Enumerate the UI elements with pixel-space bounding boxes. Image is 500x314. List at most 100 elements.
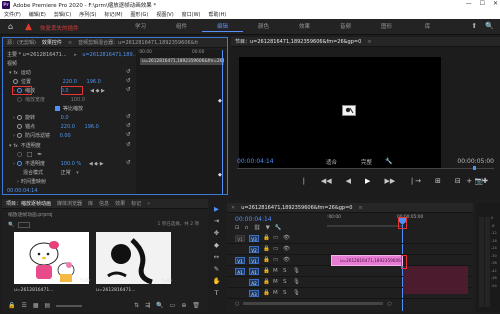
rotation-value[interactable]: 0.0 xyxy=(61,115,69,121)
source-patch[interactable]: V1 xyxy=(235,235,245,242)
snap-icon[interactable]: ∩ xyxy=(245,225,249,231)
anchor-y-value[interactable]: 196.0 xyxy=(85,124,99,130)
program-preview-screen[interactable] xyxy=(239,57,441,169)
collapse-icon[interactable]: ▾ xyxy=(9,143,12,149)
pen-tool-icon[interactable]: ✎ xyxy=(214,265,219,273)
stopwatch-icon[interactable] xyxy=(17,133,22,138)
mark-out-icon[interactable]: ❘→ xyxy=(409,177,421,185)
missing-plugins-link[interactable]: 恢复丢失的插件 xyxy=(40,24,79,32)
panel-menu-icon[interactable]: ≡ xyxy=(367,39,371,45)
reset-icon[interactable]: ↺ xyxy=(126,69,133,76)
expand-icon[interactable]: › xyxy=(17,179,19,185)
search-icon[interactable]: 🔍 xyxy=(485,22,494,30)
slip-tool-icon[interactable]: ↔ xyxy=(214,253,219,261)
rectangle-mask-icon[interactable]: □ xyxy=(27,151,33,158)
timeline-timecode[interactable]: 00:00:04:14 xyxy=(235,216,272,223)
track-target-button[interactable]: A2 xyxy=(249,279,259,286)
mini-playhead[interactable] xyxy=(222,50,223,194)
track-target-button[interactable]: A3 xyxy=(249,290,259,297)
lock-icon[interactable]: 🔒 xyxy=(8,302,15,309)
reset-icon[interactable]: ↺ xyxy=(126,132,133,139)
stopwatch-icon[interactable] xyxy=(17,124,22,129)
mini-clip-bar[interactable]: u=2612816471,1892359606&fm=26&gp=0 xyxy=(140,58,224,65)
fast-forward-icon[interactable]: ▶▶ xyxy=(384,177,395,185)
menu-window[interactable]: 窗口(W) xyxy=(182,11,201,18)
play-button[interactable]: ▶ xyxy=(365,177,370,185)
tab-assembly[interactable]: 组件 xyxy=(161,22,202,32)
menu-marker[interactable]: 标记(M) xyxy=(104,11,122,18)
keyframe-nav-icon[interactable]: ◀ ◆ ▶ xyxy=(89,161,104,167)
hand-tool-icon[interactable]: ✋ xyxy=(212,277,220,285)
eye-icon[interactable]: 👁 xyxy=(283,246,290,252)
tab-audio-clip-mixer[interactable]: 音频剪辑混合器：u=2612816471,1892359606&fm=26&gp… xyxy=(78,39,198,46)
anti-flicker-value[interactable]: 0.00 xyxy=(60,133,71,139)
mute-button[interactable]: M xyxy=(273,268,278,274)
zoom-in-icon[interactable]: ○ xyxy=(387,301,391,307)
type-tool-icon[interactable]: T xyxy=(215,289,219,297)
mute-button[interactable]: M xyxy=(273,290,278,296)
tab-source[interactable]: 源：(无剪辑) xyxy=(7,39,36,46)
alert-icon[interactable]: ▲ xyxy=(25,22,35,32)
program-playhead[interactable] xyxy=(473,166,476,170)
source-patch[interactable]: A1 xyxy=(235,268,245,275)
eye-icon[interactable]: 👁 xyxy=(283,257,290,263)
effect-controls-timeline[interactable]: :00:00 00:00 u=2612816471,1892359606&fm=… xyxy=(136,50,226,194)
opacity-value[interactable]: 100.0 % xyxy=(61,161,82,167)
tab-libraries[interactable]: 库 xyxy=(88,200,93,207)
automate-icon[interactable]: ⇶ xyxy=(145,302,150,309)
reset-icon[interactable]: ↺ xyxy=(126,123,133,130)
track-output-icon[interactable]: ▭ xyxy=(273,257,278,263)
zoom-out-icon[interactable]: ○ xyxy=(235,301,239,307)
project-search-input[interactable] xyxy=(18,222,31,228)
project-item-thumbnail[interactable] xyxy=(14,232,89,284)
stopwatch-icon[interactable] xyxy=(17,115,22,120)
master-clip-label[interactable]: 主要 * u=2612816471... xyxy=(7,52,67,58)
program-timecode[interactable]: 00:00:04:14 xyxy=(237,158,274,165)
mark-in-icon[interactable]: ❘ xyxy=(301,177,307,185)
close-button[interactable]: ✕ xyxy=(493,0,498,7)
sync-lock-icon[interactable]: 🔒 xyxy=(263,268,270,274)
eye-icon[interactable]: 👁 xyxy=(283,235,290,241)
tab-media-browser[interactable]: 媒体浏览器 xyxy=(57,200,82,207)
item-name[interactable]: u=2612816471... xyxy=(14,288,54,293)
maximize-button[interactable]: ☐ xyxy=(480,0,485,7)
extract-icon[interactable]: ⊟ xyxy=(455,177,461,185)
motion-row[interactable]: ▾ fx 运动 xyxy=(9,69,31,77)
find-icon[interactable]: 🔍 xyxy=(156,302,163,309)
expand-icon[interactable]: › xyxy=(13,115,15,121)
zoom-slider[interactable] xyxy=(56,305,83,307)
ripple-edit-tool-icon[interactable]: ✥ xyxy=(214,229,219,237)
time-remap-row[interactable]: › 时间重映射 xyxy=(17,178,46,186)
sequence-clip-label[interactable]: u=2612816471,189... xyxy=(82,52,137,58)
rewind-icon[interactable]: ◀ xyxy=(346,177,351,185)
menu-sequence[interactable]: 序列(S) xyxy=(79,11,96,18)
work-area-bar[interactable] xyxy=(327,225,403,227)
position-x-value[interactable]: 220.0 xyxy=(63,79,77,85)
share-icon[interactable]: ⬆ xyxy=(471,22,477,30)
tab-color[interactable]: 颜色 xyxy=(243,22,284,32)
tab-project[interactable]: 项目：缩放逐帧动画 xyxy=(6,200,51,207)
keyframe-nav-icon[interactable]: ◀ ◆ ▶ xyxy=(90,88,105,94)
chevron-down-icon[interactable]: ▾ xyxy=(76,170,79,176)
microphone-icon[interactable]: 🎙 xyxy=(293,290,300,296)
source-patch[interactable]: V1 xyxy=(235,257,245,264)
tab-graphics[interactable]: 图形 xyxy=(366,22,407,32)
stopwatch-icon[interactable] xyxy=(13,79,18,84)
tab-effects[interactable]: 效果 xyxy=(115,200,125,207)
panel-menu-icon[interactable]: ≡ xyxy=(68,40,72,46)
track-output-icon[interactable]: ▭ xyxy=(273,235,278,241)
add-button[interactable]: + xyxy=(466,177,472,185)
solo-button[interactable]: S xyxy=(283,279,287,285)
lift-icon[interactable]: ⊞ xyxy=(435,177,441,185)
close-icon[interactable]: ✕ xyxy=(231,205,235,211)
item-name[interactable]: u=2612816471... xyxy=(96,288,136,293)
reset-icon[interactable]: ↺ xyxy=(126,78,133,85)
solo-button[interactable]: S xyxy=(283,290,287,296)
stopwatch-active-icon[interactable] xyxy=(17,161,22,166)
tab-audio[interactable]: 音频 xyxy=(325,22,366,32)
panel-menu-icon[interactable]: ≡ xyxy=(358,205,362,211)
sync-lock-icon[interactable]: 🔒 xyxy=(263,235,270,241)
step-back-icon[interactable]: ◀◀ xyxy=(321,177,332,185)
search-icon[interactable]: 🔍 xyxy=(8,222,14,228)
track-target-button[interactable]: V1 xyxy=(249,257,259,264)
